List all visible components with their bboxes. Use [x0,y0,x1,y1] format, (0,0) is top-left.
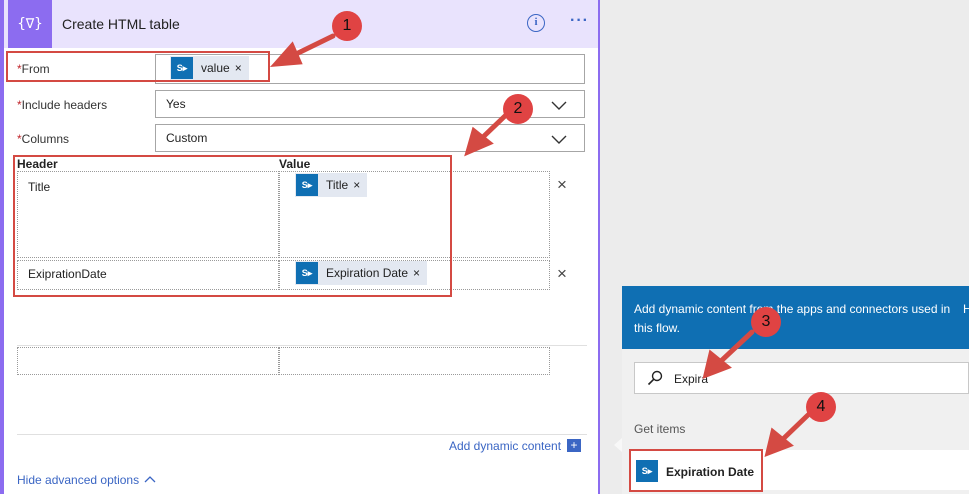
card-header[interactable]: {∇} Create HTML table i ··· [4,0,598,48]
hide-advanced-options-link[interactable]: Hide advanced options [17,473,139,487]
data-operation-icon: {∇} [8,0,52,48]
columns-dropdown[interactable]: Custom [155,124,585,152]
annotation-badge-2: 2 [503,94,533,124]
columns-label-text: Columns [21,132,70,146]
chevron-down-icon [551,135,567,144]
group-label-get-items: Get items [634,422,686,436]
chevron-down-icon [551,101,567,110]
include-headers-value: Yes [166,97,186,111]
search-value: Expira [674,372,709,386]
new-value-cell[interactable] [279,347,550,375]
panel-pointer [614,438,622,452]
delete-row-icon[interactable]: × [557,175,567,195]
divider [17,345,587,346]
columns-label: *Columns [17,132,69,146]
chevron-up-icon[interactable] [144,474,156,484]
card-title: Create HTML table [62,16,180,32]
annotation-box-4 [629,449,763,492]
search-icon [647,370,663,386]
annotation-box-1 [6,51,270,82]
annotation-badge-1: 1 [332,11,362,41]
columns-value: Custom [166,131,208,145]
include-headers-label-text: Include headers [21,98,108,112]
panel-description: Add dynamic content from the apps and co… [634,302,951,335]
include-headers-label: *Include headers [17,98,107,112]
more-options-icon[interactable]: ··· [570,12,589,30]
annotation-box-2 [13,155,452,297]
divider [17,434,587,435]
new-header-cell[interactable] [17,347,279,375]
panel-cut-text: H [963,302,969,316]
add-dynamic-content-link[interactable]: Add dynamic content [449,439,561,453]
delete-row-icon[interactable]: × [557,264,567,284]
add-icon[interactable]: + [567,439,581,452]
annotation-badge-4: 4 [806,392,836,422]
info-icon[interactable]: i [527,14,545,32]
annotation-badge-3: 3 [751,307,781,337]
